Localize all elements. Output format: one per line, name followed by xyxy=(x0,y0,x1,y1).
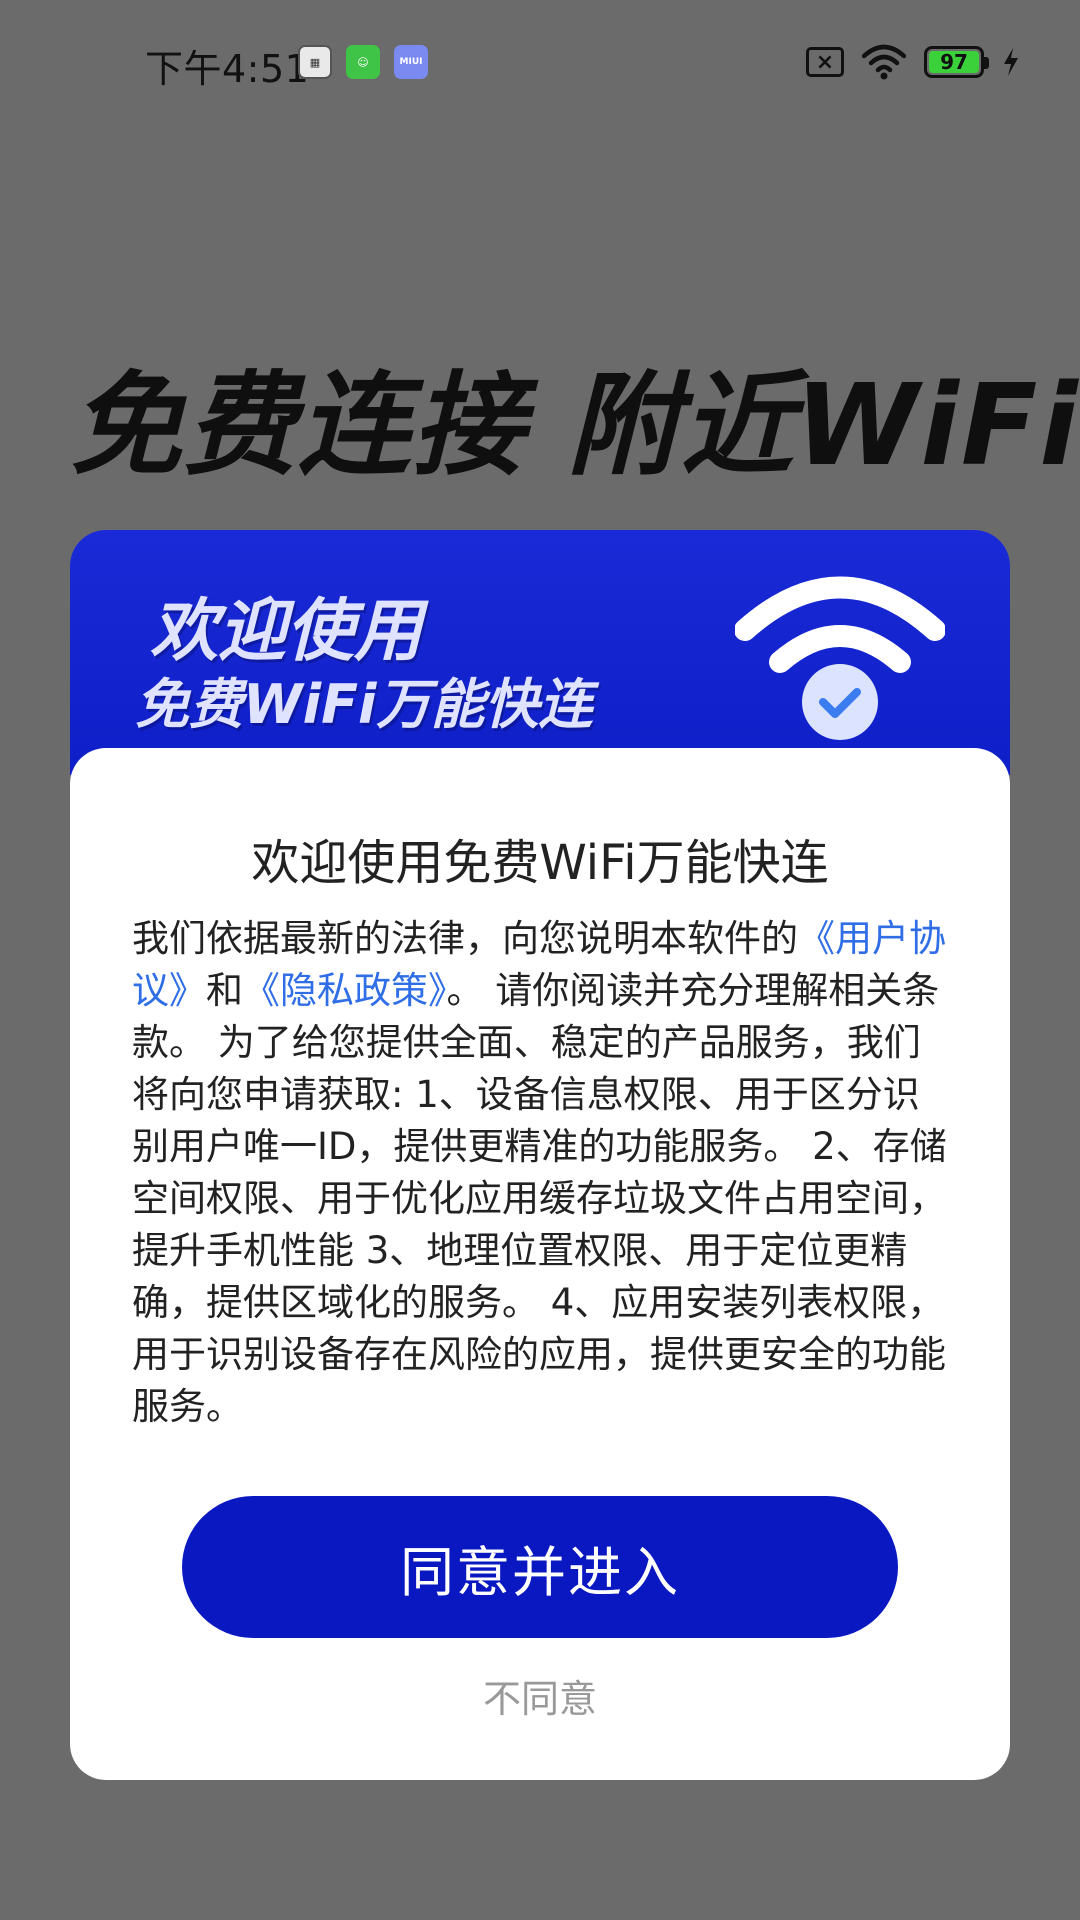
dialog-text-body: 。 请你阅读并充分理解相关条款。 为了给您提供全面、稳定的产品服务，我们将向您申… xyxy=(132,969,947,1428)
charging-icon xyxy=(1004,48,1018,76)
calculator-icon: ▦ xyxy=(298,45,332,79)
notification-icons: ▦ ☺ MIUI xyxy=(298,45,428,79)
disagree-button[interactable]: 不同意 xyxy=(70,1668,1010,1723)
miui-label: MIUI xyxy=(399,57,423,67)
no-sim-icon: × xyxy=(806,47,844,77)
green-app-icon: ☺ xyxy=(346,45,380,79)
wifi-signal-icon xyxy=(862,44,906,80)
page: 下午4:51 ▦ ☺ MIUI × 97 免费连接 附近WiFi 欢迎使用 免费… xyxy=(0,0,1080,1920)
dialog-text: 我们依据最新的法律，向您说明本软件的《用户协议》和《隐私政策》。 请你阅读并充分… xyxy=(132,913,952,1433)
privacy-policy-link[interactable]: 《隐私政策》 xyxy=(243,969,447,1012)
agree-button[interactable]: 同意并进入 xyxy=(182,1496,898,1638)
battery-level: 97 xyxy=(929,50,979,74)
status-time: 下午4:51 xyxy=(145,47,310,91)
dialog-title: 欢迎使用免费WiFi万能快连 xyxy=(251,835,829,891)
battery-cap xyxy=(984,57,989,69)
battery-icon: 97 xyxy=(924,46,989,78)
dialog-header-banner: 欢迎使用 免费WiFi万能快连 xyxy=(70,530,1010,775)
hero-title: 免费连接 附近WiFi xyxy=(70,361,1080,491)
status-bar: 下午4:51 ▦ ☺ MIUI × 97 xyxy=(0,0,1080,130)
dialog-text-intro: 我们依据最新的法律，向您说明本软件的 xyxy=(132,917,798,960)
privacy-dialog: 欢迎使用免费WiFi万能快连 我们依据最新的法律，向您说明本软件的《用户协议》和… xyxy=(70,748,1010,1780)
header-app-name: 免费WiFi万能快连 xyxy=(135,673,593,736)
wifi-check-icon xyxy=(735,576,945,740)
system-icons: × 97 xyxy=(806,44,1020,80)
dialog-text-and: 和 xyxy=(206,969,243,1012)
miui-icon: MIUI xyxy=(394,45,428,79)
